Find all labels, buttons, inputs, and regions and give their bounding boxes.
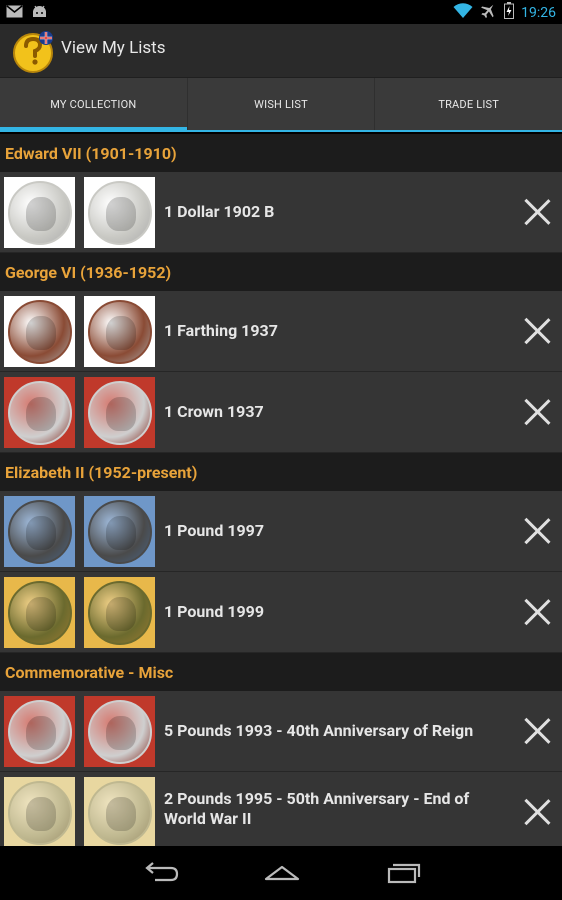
close-icon[interactable] xyxy=(524,318,550,344)
list-item[interactable]: 1 Dollar 1902 B xyxy=(0,172,562,253)
back-icon[interactable] xyxy=(141,860,181,886)
android-icon xyxy=(31,3,48,22)
list-item[interactable]: 5 Pounds 1993 - 40th Anniversary of Reig… xyxy=(0,691,562,772)
coin-obverse-image[interactable] xyxy=(4,696,75,767)
tab-bar: MY COLLECTION WISH LIST TRADE LIST xyxy=(0,78,562,132)
coin-question-icon[interactable] xyxy=(11,29,55,73)
coin-reverse-image[interactable] xyxy=(84,296,155,367)
status-bar: 19:26 xyxy=(0,0,562,24)
home-icon[interactable] xyxy=(262,860,302,886)
wifi-icon xyxy=(453,2,473,23)
status-clock: 19:26 xyxy=(521,4,556,21)
section-header: Commemorative - Misc xyxy=(0,653,562,691)
close-icon[interactable] xyxy=(524,718,550,744)
battery-icon xyxy=(504,2,515,23)
tab-wish-list[interactable]: WISH LIST xyxy=(188,78,376,130)
list-item[interactable]: 1 Crown 1937 xyxy=(0,372,562,453)
coin-name: 5 Pounds 1993 - 40th Anniversary of Reig… xyxy=(164,721,474,740)
recent-apps-icon[interactable] xyxy=(383,860,423,886)
coin-name: 1 Crown 1937 xyxy=(164,402,264,421)
list-item[interactable]: 1 Pound 1997 xyxy=(0,491,562,572)
close-icon[interactable] xyxy=(524,199,550,225)
section-header: Edward VII (1901-1910) xyxy=(0,134,562,172)
tab-label: MY COLLECTION xyxy=(50,97,137,111)
coin-name: 1 Pound 1999 xyxy=(164,602,265,621)
coin-name: 1 Pound 1997 xyxy=(164,521,265,540)
coin-name: 1 Dollar 1902 B xyxy=(164,202,275,221)
navigation-bar xyxy=(0,846,562,900)
coin-reverse-image[interactable] xyxy=(84,496,155,567)
close-icon[interactable] xyxy=(524,518,550,544)
page-title: View My Lists xyxy=(61,38,166,58)
coin-obverse-image[interactable] xyxy=(4,177,75,248)
coin-reverse-image[interactable] xyxy=(84,777,155,846)
section-header: George VI (1936-1952) xyxy=(0,253,562,291)
coin-reverse-image[interactable] xyxy=(84,696,155,767)
tab-label: TRADE LIST xyxy=(438,97,500,111)
coin-reverse-image[interactable] xyxy=(84,377,155,448)
coin-reverse-image[interactable] xyxy=(84,577,155,648)
action-bar: View My Lists xyxy=(0,24,562,78)
close-icon[interactable] xyxy=(524,799,550,825)
coin-obverse-image[interactable] xyxy=(4,496,75,567)
tab-my-collection[interactable]: MY COLLECTION xyxy=(0,78,188,132)
section-header: Elizabeth II (1952-present) xyxy=(0,453,562,491)
coin-obverse-image[interactable] xyxy=(4,296,75,367)
collection-list[interactable]: Edward VII (1901-1910) 1 Dollar 1902 B G… xyxy=(0,134,562,846)
coin-obverse-image[interactable] xyxy=(4,577,75,648)
close-icon[interactable] xyxy=(524,599,550,625)
gmail-icon xyxy=(6,3,23,22)
coin-obverse-image[interactable] xyxy=(4,377,75,448)
coin-reverse-image[interactable] xyxy=(84,177,155,248)
list-item[interactable]: 1 Pound 1999 xyxy=(0,572,562,653)
coin-name: 2 Pounds 1995 - 50th Anniversary - End o… xyxy=(164,789,470,828)
tab-trade-list[interactable]: TRADE LIST xyxy=(375,78,562,130)
coin-obverse-image[interactable] xyxy=(4,777,75,846)
coin-name: 1 Farthing 1937 xyxy=(164,321,278,340)
list-item[interactable]: 1 Farthing 1937 xyxy=(0,291,562,372)
tab-label: WISH LIST xyxy=(254,97,308,111)
close-icon[interactable] xyxy=(524,399,550,425)
airplane-icon xyxy=(480,2,497,23)
list-item[interactable]: 2 Pounds 1995 - 50th Anniversary - End o… xyxy=(0,772,562,846)
